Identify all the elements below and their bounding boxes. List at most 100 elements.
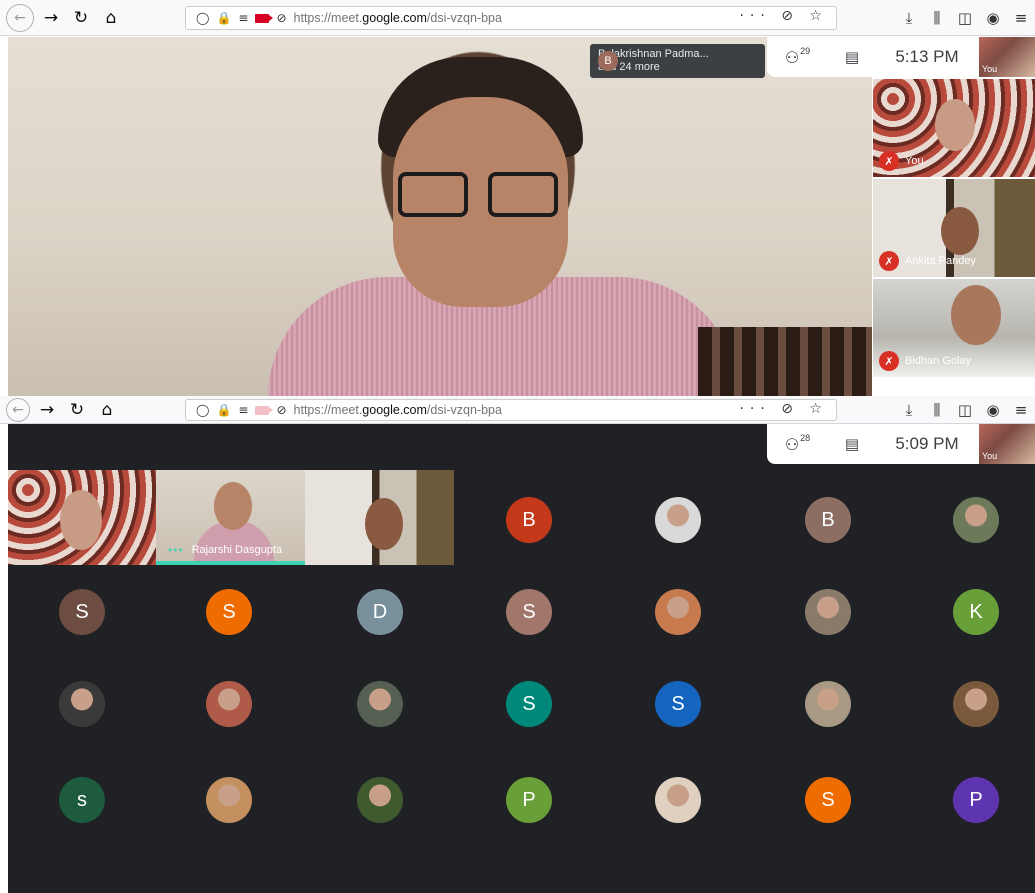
address-bar[interactable]: ◯ 🔒 ≡ ⊘ https://meet.google.com/dsi-vzqn… [185,6,837,30]
person-figure [951,285,1001,345]
menu-icon[interactable]: ≡ [1007,9,1035,27]
browser-toolbar: ← → ↻ ⌂ ◯ 🔒 ≡ ⊘ https://meet.google.com/… [0,0,1035,36]
join-notification[interactable]: B Balakrishnan Padma... and 24 more [590,44,765,78]
account-icon[interactable]: ◉ [979,9,1007,27]
address-bar[interactable]: ◯ 🔒 ≡ ⊘ https://meet.google.com/dsi-vzqn… [185,399,837,421]
participant-photo-avatar[interactable] [655,777,701,823]
lock-icon[interactable]: 🔒 [216,403,231,417]
toolbar-right-icons: ⤓ ⫼ ◫ ◉ ≡ [895,0,1035,36]
self-label: You [982,451,998,461]
participant-avatar[interactable]: S [805,777,851,823]
tile-name: Bidhan Golay [905,355,972,367]
participant-count: 28 [800,433,811,443]
home-button[interactable]: ⌂ [96,4,126,32]
glasses-right [488,172,558,217]
people-icon: ⚇ [784,434,800,454]
sidebar-icon[interactable]: ◫ [951,9,979,27]
side-tile-you[interactable]: ✗ You [873,79,1035,177]
mic-off-icon: ✗ [879,351,899,371]
library-icon[interactable]: ⫼ [923,9,951,27]
back-button[interactable]: ← [6,397,30,422]
chat-button[interactable]: ▤ [827,435,877,453]
camera-sharing-icon[interactable] [255,13,274,23]
menu-icon[interactable]: ≡ [1007,401,1035,419]
participant-avatar[interactable]: S [206,589,252,635]
permissions-icon[interactable]: ≡ [238,403,248,417]
autoplay-blocked-icon[interactable]: ⊘ [276,11,286,25]
participant-count: 29 [800,46,811,56]
page-actions[interactable]: ··· ⊘ ☆ [739,8,828,24]
participant-avatar[interactable]: B [805,497,851,543]
account-icon[interactable]: ◉ [979,401,1007,419]
meeting-controls: ⚇ 28 ▤ 5:09 PM [767,424,979,464]
participant-photo-avatar[interactable] [805,589,851,635]
person-figure [935,99,975,151]
mic-off-icon: ✗ [879,251,899,271]
lock-icon[interactable]: 🔒 [216,11,231,25]
tile-name: Ankita Pandey [905,255,976,267]
glasses-left [398,172,468,217]
participant-photo-avatar[interactable] [206,777,252,823]
chat-button[interactable]: ▤ [827,48,877,66]
participant-photo-avatar[interactable] [953,497,999,543]
video-tile-ankita[interactable] [305,470,454,565]
participant-photo-avatar[interactable] [357,777,403,823]
page-actions[interactable]: ··· ⊘ ☆ [739,401,828,417]
sidebar-icon[interactable]: ◫ [951,401,979,419]
reload-button[interactable]: ↻ [62,396,92,424]
shield-icon[interactable]: ◯ [196,403,209,417]
reload-button[interactable]: ↻ [66,4,96,32]
library-icon[interactable]: ⫼ [923,401,951,419]
downloads-icon[interactable]: ⤓ [895,9,923,27]
back-button[interactable]: ← [6,3,34,32]
url-text[interactable]: https://meet.google.com/dsi-vzqn-bpa [294,11,502,25]
permissions-icon[interactable]: ≡ [238,11,248,25]
participant-avatar[interactable]: K [953,589,999,635]
participant-photo-avatar[interactable] [59,681,105,727]
self-view-thumbnail[interactable]: You [979,424,1035,464]
people-button[interactable]: ⚇ 29 [767,37,827,77]
participant-photo-avatar[interactable] [655,497,701,543]
downloads-icon[interactable]: ⤓ [895,401,923,419]
participant-avatar[interactable]: P [953,777,999,823]
participant-avatar[interactable]: S [655,681,701,727]
people-icon: ⚇ [784,47,800,67]
participant-photo-avatar[interactable] [357,681,403,727]
forward-button[interactable]: → [36,4,66,32]
people-button[interactable]: ⚇ 28 [767,424,827,464]
speaking-indicator-icon: ••• [168,543,184,557]
side-tile-ankita-pandey[interactable]: ✗ Ankita Pandey [873,179,1035,277]
url-text[interactable]: https://meet.google.com/dsi-vzqn-bpa [294,403,502,417]
clock-time: 5:09 PM [895,434,959,453]
meet-window-bottom: ← → ↻ ⌂ ◯ 🔒 ≡ ⊘ https://meet.google.com/… [0,396,1035,893]
spotlight-video [8,37,872,396]
camera-sharing-icon[interactable] [255,405,274,415]
participant-avatar[interactable]: P [506,777,552,823]
participant-avatar[interactable]: S [59,589,105,635]
autoplay-blocked-icon[interactable]: ⊘ [276,403,286,417]
participant-photo-avatar[interactable] [805,681,851,727]
mic-off-icon: ✗ [879,151,899,171]
participant-photo-avatar[interactable] [206,681,252,727]
toolbar-right-icons: ⤓ ⫼ ◫ ◉ ≡ [895,396,1035,424]
shield-icon[interactable]: ◯ [196,11,209,25]
participant-avatar[interactable]: B [506,497,552,543]
participant-avatar[interactable]: S [506,589,552,635]
side-tile-bidhan-golay[interactable]: ✗ Bidhan Golay [873,279,1035,377]
video-tile-self[interactable] [8,470,156,565]
participant-photo-avatar[interactable] [953,681,999,727]
participant-avatar[interactable]: D [357,589,403,635]
tile-name: You [905,155,924,167]
home-button[interactable]: ⌂ [92,396,122,424]
notification-avatar: B [598,51,618,71]
participant-photo-avatar[interactable] [655,589,701,635]
forward-button[interactable]: → [32,396,62,424]
video-tile-speaker[interactable]: ••• Rajarshi Dasgupta [156,470,305,565]
participant-avatar[interactable]: s [59,777,105,823]
bench-background [698,327,872,396]
chat-icon: ▤ [844,48,860,66]
browser-toolbar: ← → ↻ ⌂ ◯ 🔒 ≡ ⊘ https://meet.google.com/… [0,396,1035,424]
self-view-thumbnail[interactable]: You [979,37,1035,77]
speaker-name: Rajarshi Dasgupta [191,544,283,556]
participant-avatar[interactable]: S [506,681,552,727]
